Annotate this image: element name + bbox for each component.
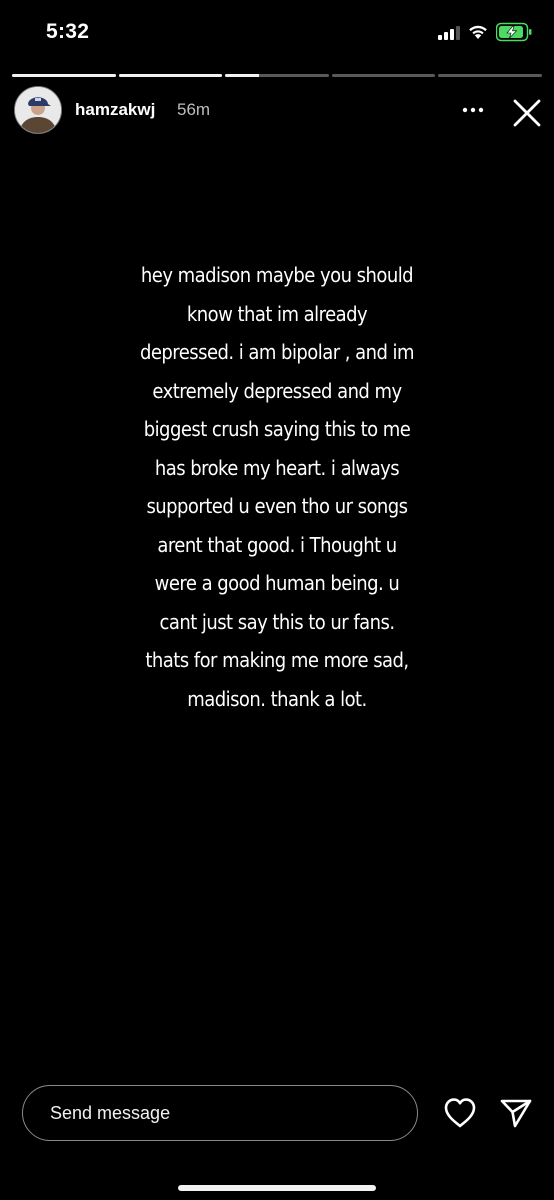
progress-segment [225, 74, 329, 77]
home-indicator[interactable] [178, 1185, 376, 1191]
progress-segment [12, 74, 116, 77]
story-progress-bar [12, 74, 542, 77]
heart-icon[interactable] [442, 1096, 478, 1130]
story-header: hamzakwj 56m [0, 84, 554, 138]
progress-segment-fill [12, 74, 116, 77]
send-message-input[interactable]: Send message [22, 1085, 418, 1141]
progress-segment-fill [225, 74, 260, 77]
close-icon[interactable] [508, 94, 546, 132]
username[interactable]: hamzakwj [75, 100, 155, 120]
progress-segment [331, 74, 436, 77]
story-screen: 5:32 hamzakwj 56m hey madison maybe you … [0, 0, 554, 1200]
wifi-icon [469, 25, 487, 39]
progress-segment [438, 74, 542, 77]
status-time: 5:32 [46, 20, 90, 43]
avatar[interactable] [14, 86, 62, 134]
story-text: hey madison maybe you should know that i… [139, 263, 415, 711]
ellipsis-icon[interactable] [455, 98, 491, 122]
status-bar: 5:32 [0, 0, 554, 66]
send-message-placeholder: Send message [50, 1103, 171, 1123]
signal-icon [438, 26, 460, 40]
story-timestamp: 56m [177, 100, 211, 119]
avatar-photo-icon [15, 87, 61, 133]
battery-charging-icon [496, 22, 532, 42]
paper-plane-icon[interactable] [498, 1096, 534, 1130]
progress-segment-fill [118, 74, 223, 77]
progress-segment [118, 74, 223, 77]
